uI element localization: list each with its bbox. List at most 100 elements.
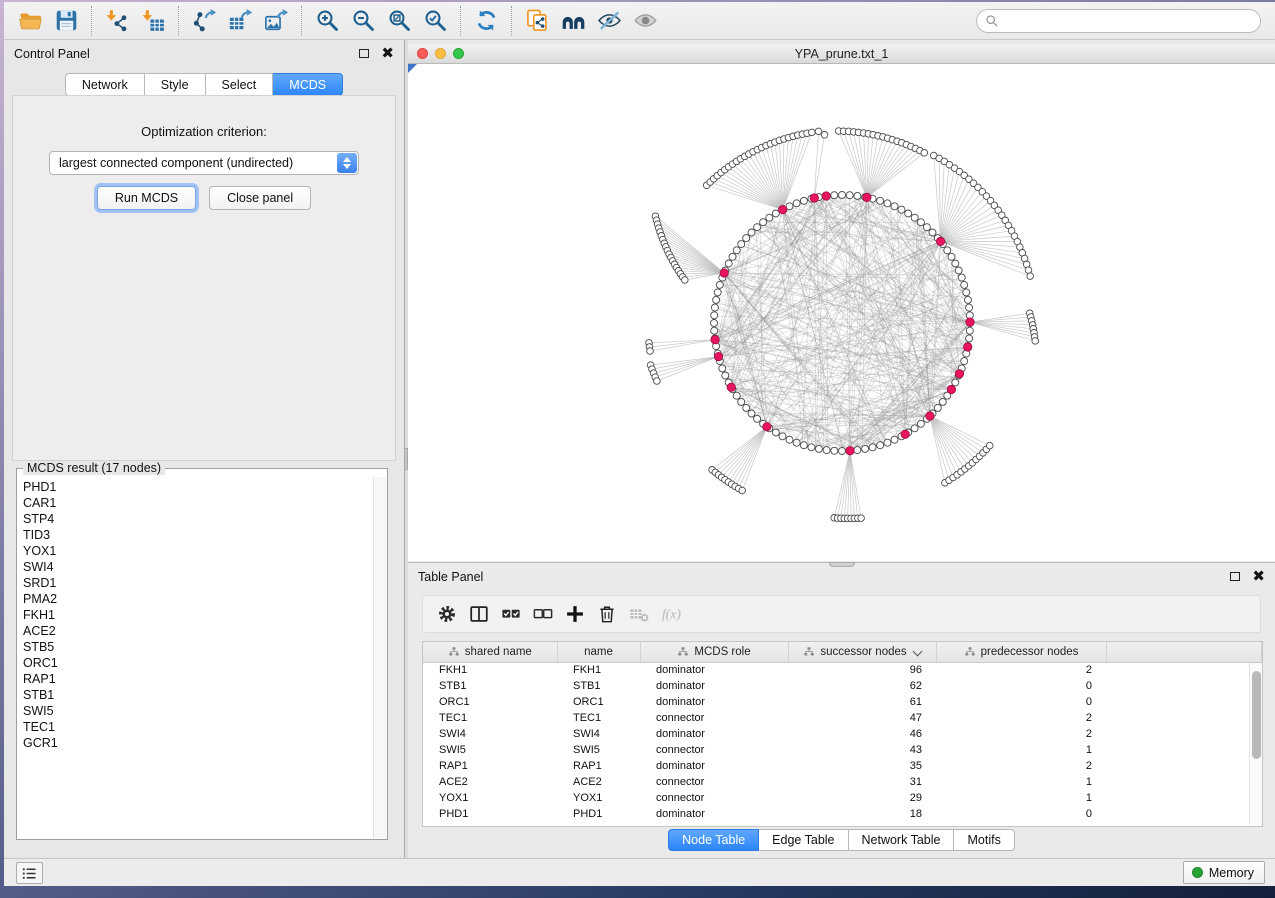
graph-node[interactable] [854,447,861,454]
graph-node[interactable] [823,447,830,454]
mcds-result-item[interactable]: STP4 [23,511,373,527]
refresh-button[interactable] [468,5,504,37]
graph-node[interactable] [711,327,718,334]
graph-node[interactable] [760,219,767,226]
graph-node[interactable] [654,378,661,385]
float-table-panel-icon[interactable] [1230,572,1240,581]
graph-node[interactable] [877,442,884,449]
mcds-list-scrollbar[interactable] [373,477,386,838]
graph-hub-node[interactable] [727,383,735,391]
first-neighbors-button[interactable] [555,5,591,37]
graph-hub-node[interactable] [714,352,722,360]
graph-node[interactable] [986,442,993,449]
graph-hub-node[interactable] [711,336,719,344]
graph-node[interactable] [793,200,800,207]
graph-node[interactable] [891,436,898,443]
graph-node[interactable] [958,274,965,281]
mcds-result-item[interactable]: SRD1 [23,575,373,591]
graph-hub-node[interactable] [926,412,934,420]
tab-mcds[interactable]: MCDS [273,73,343,96]
mcds-result-item[interactable]: STB1 [23,687,373,703]
graph-node[interactable] [963,289,970,296]
mcds-result-item[interactable]: SWI4 [23,559,373,575]
graph-node[interactable] [929,229,936,236]
duplicate-network-button[interactable] [519,5,555,37]
optimization-criterion-select[interactable]: largest connected component (undirected) [49,151,359,175]
graph-node[interactable] [719,365,726,372]
graph-node[interactable] [808,444,815,451]
horizontal-splitter-handle[interactable] [829,562,855,567]
graph-node[interactable] [682,277,689,284]
table-row[interactable]: YOX1YOX1connector291 [423,790,1262,806]
graph-node[interactable] [944,247,951,254]
column-header-successor-nodes[interactable]: successor nodes [788,642,936,662]
mcds-result-item[interactable]: STB5 [23,639,373,655]
graph-node[interactable] [839,192,846,199]
graph-node[interactable] [748,229,755,236]
graph-node[interactable] [905,210,912,217]
graph-node[interactable] [743,404,750,411]
table-row[interactable]: TEC1TEC1connector472 [423,710,1262,726]
graph-node[interactable] [831,192,838,199]
graph-node[interactable] [754,415,761,422]
graph-node[interactable] [821,132,828,139]
graph-node[interactable] [729,253,736,260]
mcds-result-item[interactable]: ORC1 [23,655,373,671]
column-header-name[interactable]: name [557,642,640,662]
mcds-result-item[interactable]: RAP1 [23,671,373,687]
graph-node[interactable] [738,398,745,405]
graph-node[interactable] [966,304,973,311]
graph-node[interactable] [917,219,924,226]
tab-node-table[interactable]: Node Table [668,829,759,851]
graph-node[interactable] [748,410,755,417]
graph-node[interactable] [921,150,928,157]
export-image-button[interactable] [258,5,294,37]
graph-node[interactable] [743,235,750,242]
network-canvas[interactable] [408,64,1275,561]
mcds-result-item[interactable]: PHD1 [23,479,373,495]
zoom-out-button[interactable] [345,5,381,37]
graph-node[interactable] [754,224,761,231]
graph-node[interactable] [772,210,779,217]
graph-node[interactable] [800,442,807,449]
graph-hub-node[interactable] [763,423,771,431]
mcds-result-item[interactable]: ACE2 [23,623,373,639]
graph-node[interactable] [939,398,946,405]
graph-node[interactable] [647,348,654,355]
deselect-all-button[interactable] [527,599,559,629]
graph-node[interactable] [739,487,746,494]
graph-hub-node[interactable] [779,205,787,213]
graph-node[interactable] [725,260,732,267]
zoom-fit-button[interactable] [381,5,417,37]
show-all-button[interactable] [627,5,663,37]
table-row[interactable]: ORC1ORC1dominator610 [423,694,1262,710]
graph-node[interactable] [716,281,723,288]
table-row[interactable]: STB1STB1dominator620 [423,678,1262,694]
graph-hub-node[interactable] [822,192,830,200]
graph-node[interactable] [711,320,718,327]
graph-node[interactable] [854,192,861,199]
graph-hub-node[interactable] [966,318,974,326]
export-network-button[interactable] [186,5,222,37]
mcds-result-item[interactable]: TEC1 [23,719,373,735]
graph-node[interactable] [793,439,800,446]
save-button[interactable] [48,5,84,37]
run-mcds-button[interactable]: Run MCDS [97,186,196,210]
mcds-result-item[interactable]: FKH1 [23,607,373,623]
close-panel-button[interactable]: Close panel [209,186,311,210]
mcds-result-item[interactable]: CAR1 [23,495,373,511]
graph-node[interactable] [862,445,869,452]
column-header-MCDS-role[interactable]: MCDS role [640,642,788,662]
import-network-button[interactable] [99,5,135,37]
graph-node[interactable] [911,214,918,221]
graph-node[interactable] [1032,338,1039,345]
mcds-result-item[interactable]: GCR1 [23,735,373,751]
graph-node[interactable] [831,447,838,454]
graph-node[interactable] [772,429,779,436]
export-table-button[interactable] [222,5,258,37]
tab-motifs[interactable]: Motifs [954,829,1014,851]
graph-node[interactable] [786,436,793,443]
graph-hub-node[interactable] [846,447,854,455]
add-button[interactable] [559,599,591,629]
graph-node[interactable] [738,241,745,248]
